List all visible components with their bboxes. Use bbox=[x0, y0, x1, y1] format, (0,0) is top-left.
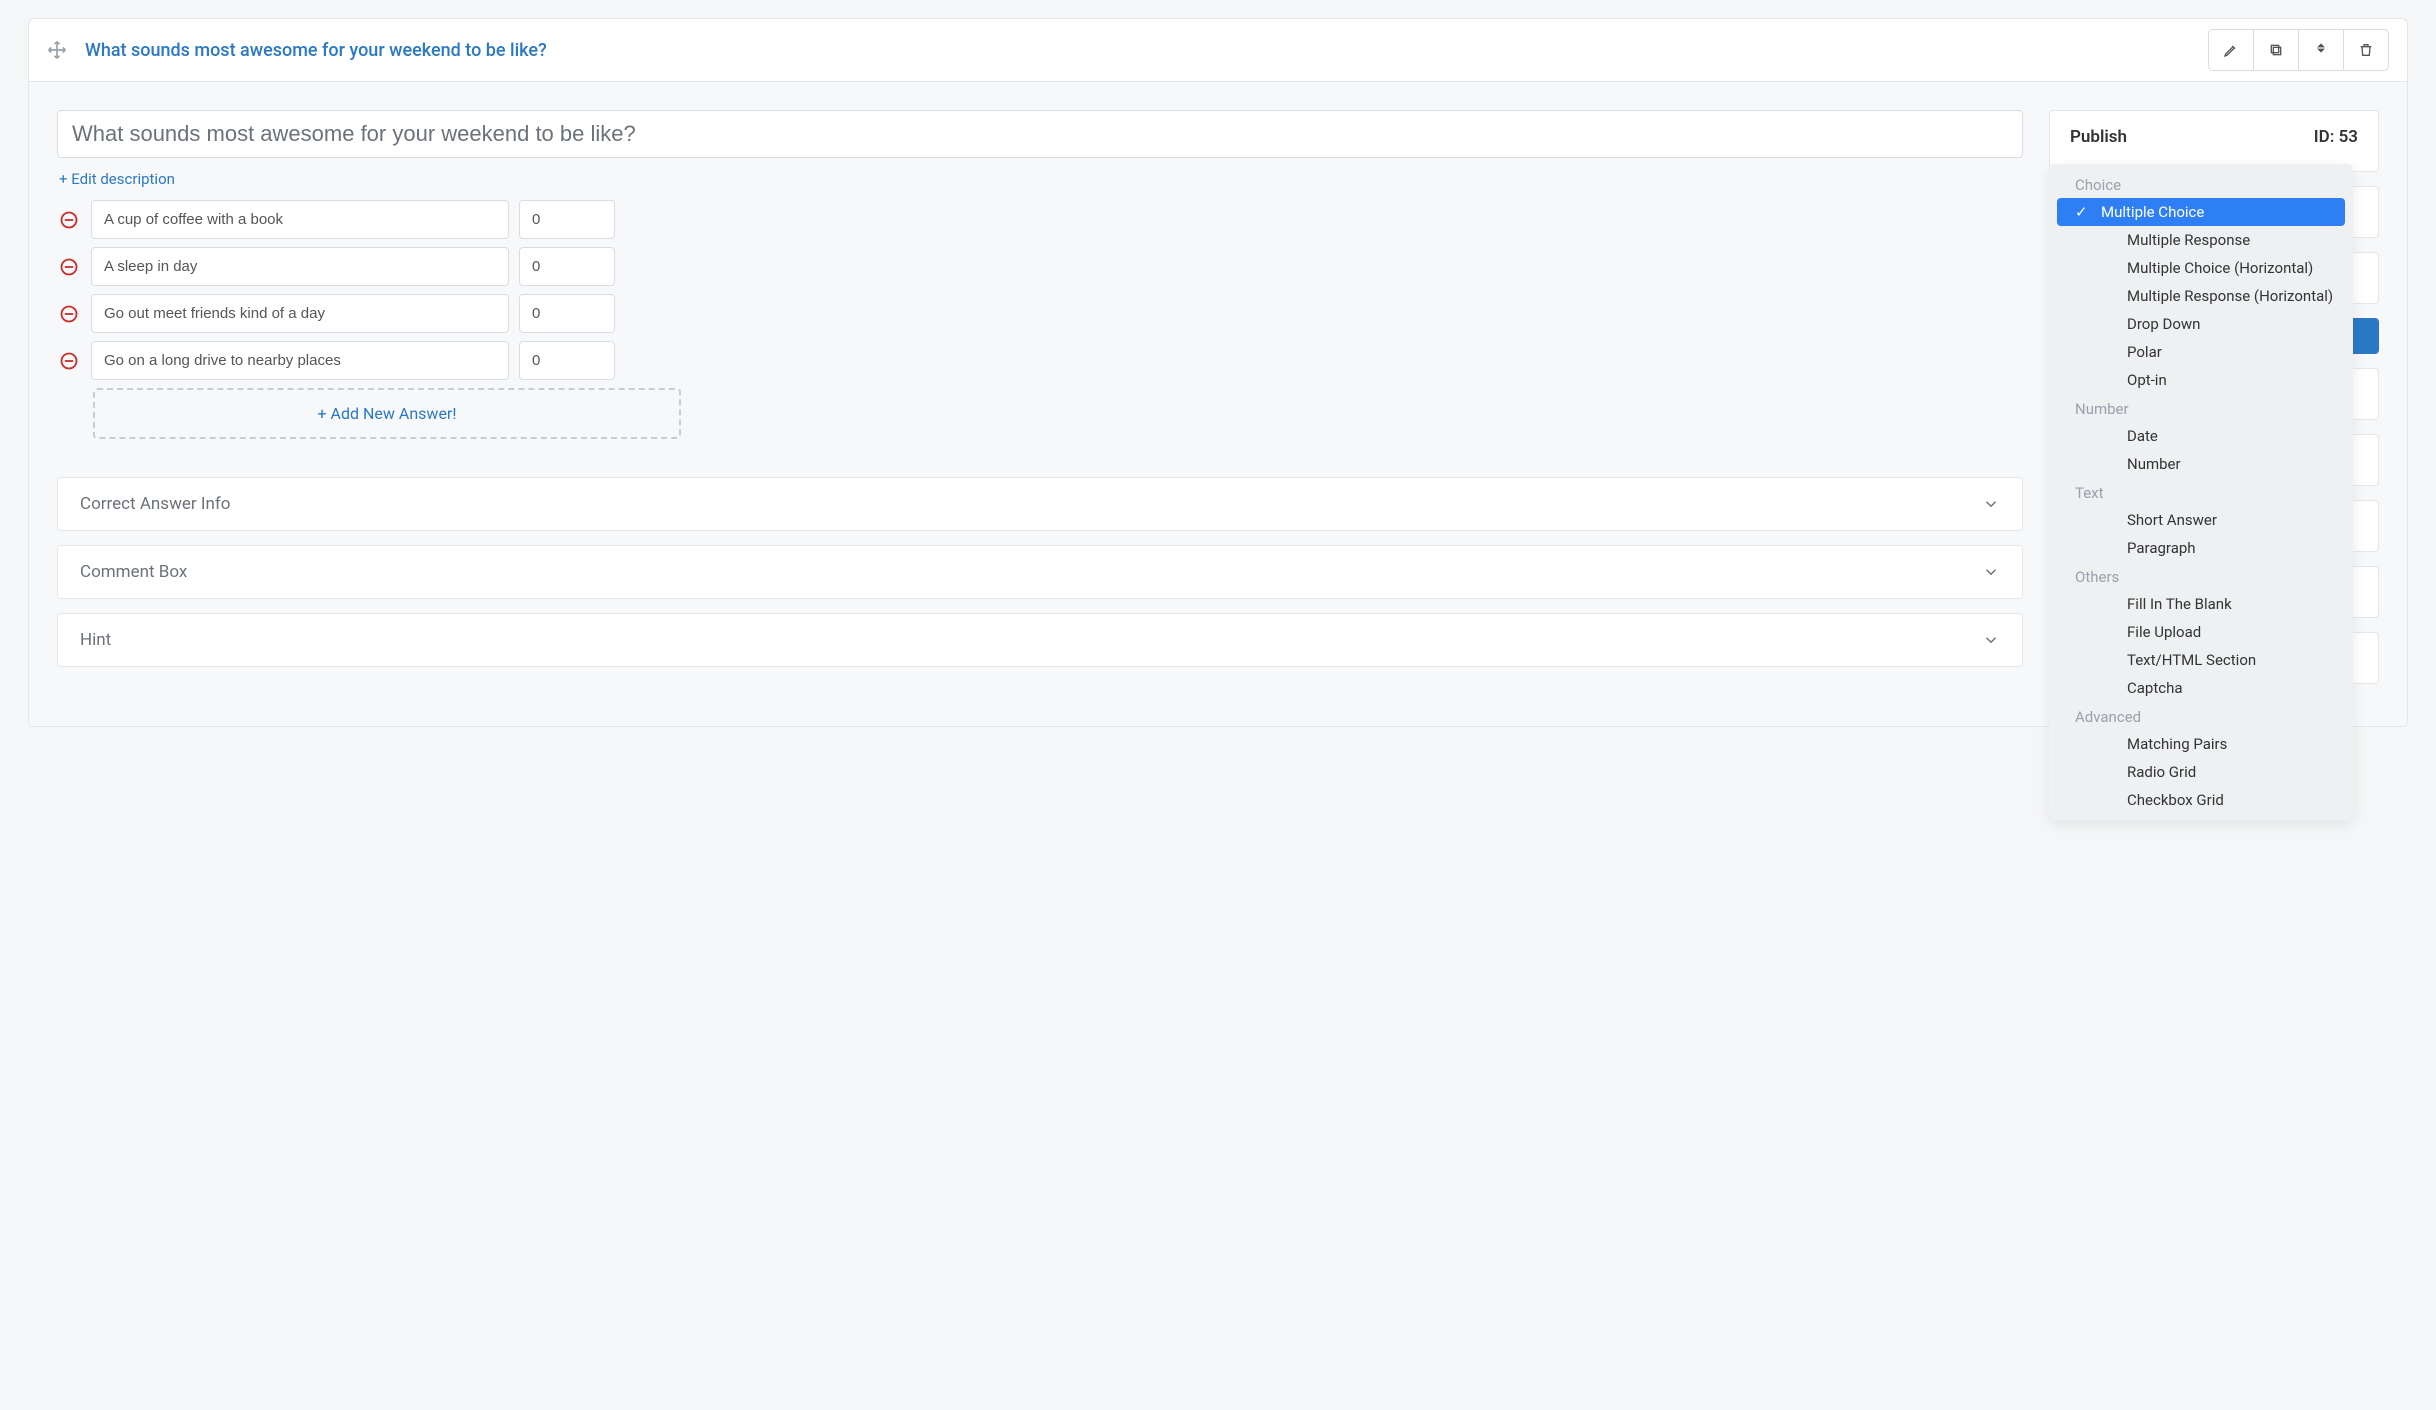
delete-button[interactable] bbox=[2343, 29, 2389, 71]
answer-score-input[interactable] bbox=[519, 341, 615, 380]
dropdown-item-label: Multiple Choice bbox=[2101, 203, 2204, 221]
dropdown-item-label: Opt-in bbox=[2101, 371, 2167, 389]
remove-answer-icon[interactable] bbox=[57, 208, 81, 232]
publish-panel: Publish ID: 53 bbox=[2049, 110, 2379, 172]
accordion-label: Correct Answer Info bbox=[80, 494, 230, 514]
dropdown-item[interactable]: ✓Number bbox=[2057, 450, 2345, 478]
question-id-label: ID: 53 bbox=[2314, 127, 2358, 147]
comment-box-panel[interactable]: Comment Box bbox=[57, 545, 2023, 599]
hint-panel[interactable]: Hint bbox=[57, 613, 2023, 667]
dropdown-item[interactable]: ✓Multiple Response (Horizontal) bbox=[2057, 282, 2345, 310]
dropdown-item[interactable]: ✓Paragraph bbox=[2057, 534, 2345, 562]
publish-label: Publish bbox=[2070, 127, 2127, 147]
check-icon: ✓ bbox=[2075, 203, 2091, 221]
sidebar-column: Publish ID: 53 Choice ✓ Multiple Choice ✓Mu… bbox=[2049, 110, 2379, 698]
dropdown-item[interactable]: ✓File Upload bbox=[2057, 618, 2345, 646]
accordion-label: Hint bbox=[80, 630, 111, 650]
chevron-down-icon bbox=[1982, 631, 2000, 649]
dropdown-item-label: Multiple Response bbox=[2101, 231, 2250, 249]
dropdown-item-label: Captcha bbox=[2101, 679, 2183, 697]
accordion-label: Comment Box bbox=[80, 562, 187, 582]
dropdown-item-label: Multiple Response (Horizontal) bbox=[2101, 287, 2333, 305]
add-new-answer-button[interactable]: + Add New Answer! bbox=[93, 388, 681, 439]
dropdown-item[interactable]: ✓Matching Pairs bbox=[2057, 730, 2345, 758]
dropdown-item[interactable]: ✓Polar bbox=[2057, 338, 2345, 366]
card-body: + Edit description + Add New Answer! C bbox=[29, 82, 2407, 726]
answers-list bbox=[57, 200, 2023, 380]
dropdown-item[interactable]: ✓Date bbox=[2057, 422, 2345, 450]
remove-answer-icon[interactable] bbox=[57, 302, 81, 326]
duplicate-button[interactable] bbox=[2253, 29, 2299, 71]
dropdown-item[interactable]: ✓Short Answer bbox=[2057, 506, 2345, 534]
header-toolbar bbox=[2208, 29, 2389, 71]
drag-handle-icon[interactable] bbox=[47, 40, 67, 60]
collapse-toggle-button[interactable] bbox=[2298, 29, 2344, 71]
edit-description-link[interactable]: + Edit description bbox=[59, 170, 175, 188]
dropdown-item-label: Drop Down bbox=[2101, 315, 2200, 333]
answer-score-input[interactable] bbox=[519, 247, 615, 286]
dropdown-group-label: Text bbox=[2053, 478, 2349, 506]
answer-score-input[interactable] bbox=[519, 294, 615, 333]
answer-text-input[interactable] bbox=[91, 294, 509, 333]
dropdown-group-label: Others bbox=[2053, 562, 2349, 590]
dropdown-item-label: Matching Pairs bbox=[2101, 735, 2227, 753]
dropdown-item-label: Multiple Choice (Horizontal) bbox=[2101, 259, 2313, 277]
remove-answer-icon[interactable] bbox=[57, 255, 81, 279]
chevron-down-icon bbox=[1982, 563, 2000, 581]
answer-text-input[interactable] bbox=[91, 247, 509, 286]
dropdown-group-label: Choice bbox=[2053, 170, 2349, 198]
dropdown-item-label: Number bbox=[2101, 455, 2181, 473]
answer-row bbox=[57, 200, 2023, 239]
dropdown-item[interactable]: ✓Captcha bbox=[2057, 674, 2345, 702]
question-header-title[interactable]: What sounds most awesome for your weeken… bbox=[85, 40, 2208, 61]
dropdown-group-label: Advanced bbox=[2053, 702, 2349, 730]
question-text-input[interactable] bbox=[57, 110, 2023, 158]
dropdown-item-label: Polar bbox=[2101, 343, 2162, 361]
correct-answer-info-panel[interactable]: Correct Answer Info bbox=[57, 477, 2023, 531]
dropdown-item-label: Date bbox=[2101, 427, 2158, 445]
dropdown-item[interactable]: ✓Multiple Choice (Horizontal) bbox=[2057, 254, 2345, 282]
dropdown-item[interactable]: ✓Text/HTML Section bbox=[2057, 646, 2345, 674]
card-header: What sounds most awesome for your weeken… bbox=[29, 19, 2407, 82]
dropdown-item[interactable]: ✓Drop Down bbox=[2057, 310, 2345, 338]
dropdown-item[interactable]: ✓Opt-in bbox=[2057, 366, 2345, 394]
dropdown-item-label: File Upload bbox=[2101, 623, 2201, 641]
collapse-icon bbox=[2313, 42, 2329, 58]
accordion-group: Correct Answer Info Comment Box Hint bbox=[57, 477, 2023, 667]
dropdown-item-label: Short Answer bbox=[2101, 511, 2217, 529]
answer-row bbox=[57, 341, 2023, 380]
answer-text-input[interactable] bbox=[91, 200, 509, 239]
dropdown-item[interactable]: ✓Multiple Response bbox=[2057, 226, 2345, 254]
answer-row bbox=[57, 247, 2023, 286]
question-card: What sounds most awesome for your weeken… bbox=[28, 18, 2408, 727]
dropdown-item-label: Radio Grid bbox=[2101, 763, 2196, 781]
pencil-icon bbox=[2223, 42, 2239, 58]
answer-row bbox=[57, 294, 2023, 333]
question-type-dropdown[interactable]: Choice ✓ Multiple Choice ✓Multiple Response… bbox=[2049, 164, 2353, 820]
dropdown-item-label: Text/HTML Section bbox=[2101, 651, 2256, 669]
dropdown-item[interactable]: ✓Fill In The Blank bbox=[2057, 590, 2345, 618]
edit-button[interactable] bbox=[2208, 29, 2254, 71]
dropdown-item-label: Paragraph bbox=[2101, 539, 2196, 557]
dropdown-item-label: Fill In The Blank bbox=[2101, 595, 2232, 613]
trash-icon bbox=[2358, 42, 2374, 58]
editor-column: + Edit description + Add New Answer! C bbox=[57, 110, 2023, 698]
dropdown-item[interactable]: ✓Radio Grid bbox=[2057, 758, 2345, 786]
dropdown-item[interactable]: ✓ Multiple Choice bbox=[2057, 198, 2345, 226]
copy-icon bbox=[2268, 42, 2284, 58]
dropdown-item-label: Checkbox Grid bbox=[2101, 791, 2224, 809]
dropdown-group-label: Number bbox=[2053, 394, 2349, 422]
remove-answer-icon[interactable] bbox=[57, 349, 81, 373]
dropdown-item[interactable]: ✓Checkbox Grid bbox=[2057, 786, 2345, 814]
answer-text-input[interactable] bbox=[91, 341, 509, 380]
answer-score-input[interactable] bbox=[519, 200, 615, 239]
chevron-down-icon bbox=[1982, 495, 2000, 513]
